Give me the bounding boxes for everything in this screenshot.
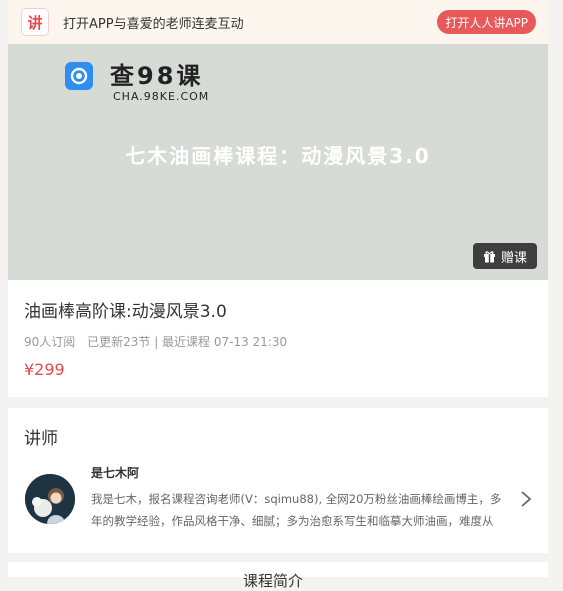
gift-icon bbox=[483, 250, 495, 262]
teacher-name: 是七木阿 bbox=[91, 466, 140, 480]
course-intro-card: 课程简介 bbox=[8, 562, 548, 590]
watermark-url: CHA.98KE.COM bbox=[113, 90, 210, 103]
course-cover-image: 查98课 CHA.98KE.COM 七木油画棒课程：动漫风景3.0 赠课 bbox=[8, 44, 548, 280]
teacher-avatar[interactable] bbox=[25, 474, 75, 524]
cover-title: 七木油画棒课程：动漫风景3.0 bbox=[125, 144, 431, 168]
update-info: 已更新23节 | 最近课程 07-13 21:30 bbox=[87, 335, 288, 349]
app-download-banner[interactable]: 讲 打开APP与喜爱的老师连麦互动 打开人人讲APP bbox=[8, 0, 548, 44]
gift-label: 赠课 bbox=[500, 250, 527, 266]
teacher-card[interactable]: 讲师 是七木阿 我是七木，报名课程咨询老师(V：sqimu88), 全网20万粉… bbox=[8, 408, 548, 553]
teacher-section-title: 讲师 bbox=[24, 429, 58, 449]
course-meta: 90人订阅 已更新23节 | 最近课程 07-13 21:30 bbox=[24, 333, 295, 350]
watermark-title: 查98课 bbox=[110, 62, 204, 90]
course-info-card: 油画棒高阶课:动漫风景3.0 90人订阅 已更新23节 | 最近课程 07-13… bbox=[8, 280, 548, 397]
renrenjiang-logo-icon: 讲 bbox=[21, 8, 49, 36]
gift-course-button[interactable]: 赠课 bbox=[473, 243, 537, 269]
course-price: ¥299 bbox=[24, 360, 65, 379]
teacher-description: 我是七木，报名课程咨询老师(V：sqimu88), 全网20万粉丝油画棒绘画博主… bbox=[91, 492, 502, 528]
open-app-button[interactable]: 打开人人讲APP bbox=[437, 10, 536, 34]
chevron-right-icon[interactable] bbox=[520, 490, 532, 508]
subscriber-count: 90人订阅 bbox=[24, 335, 76, 349]
course-title: 油画棒高阶课:动漫风景3.0 bbox=[24, 302, 227, 322]
course-intro-heading: 课程简介 bbox=[243, 572, 304, 590]
watermark-logo-icon bbox=[65, 62, 93, 90]
banner-text: 打开APP与喜爱的老师连麦互动 bbox=[63, 16, 244, 32]
